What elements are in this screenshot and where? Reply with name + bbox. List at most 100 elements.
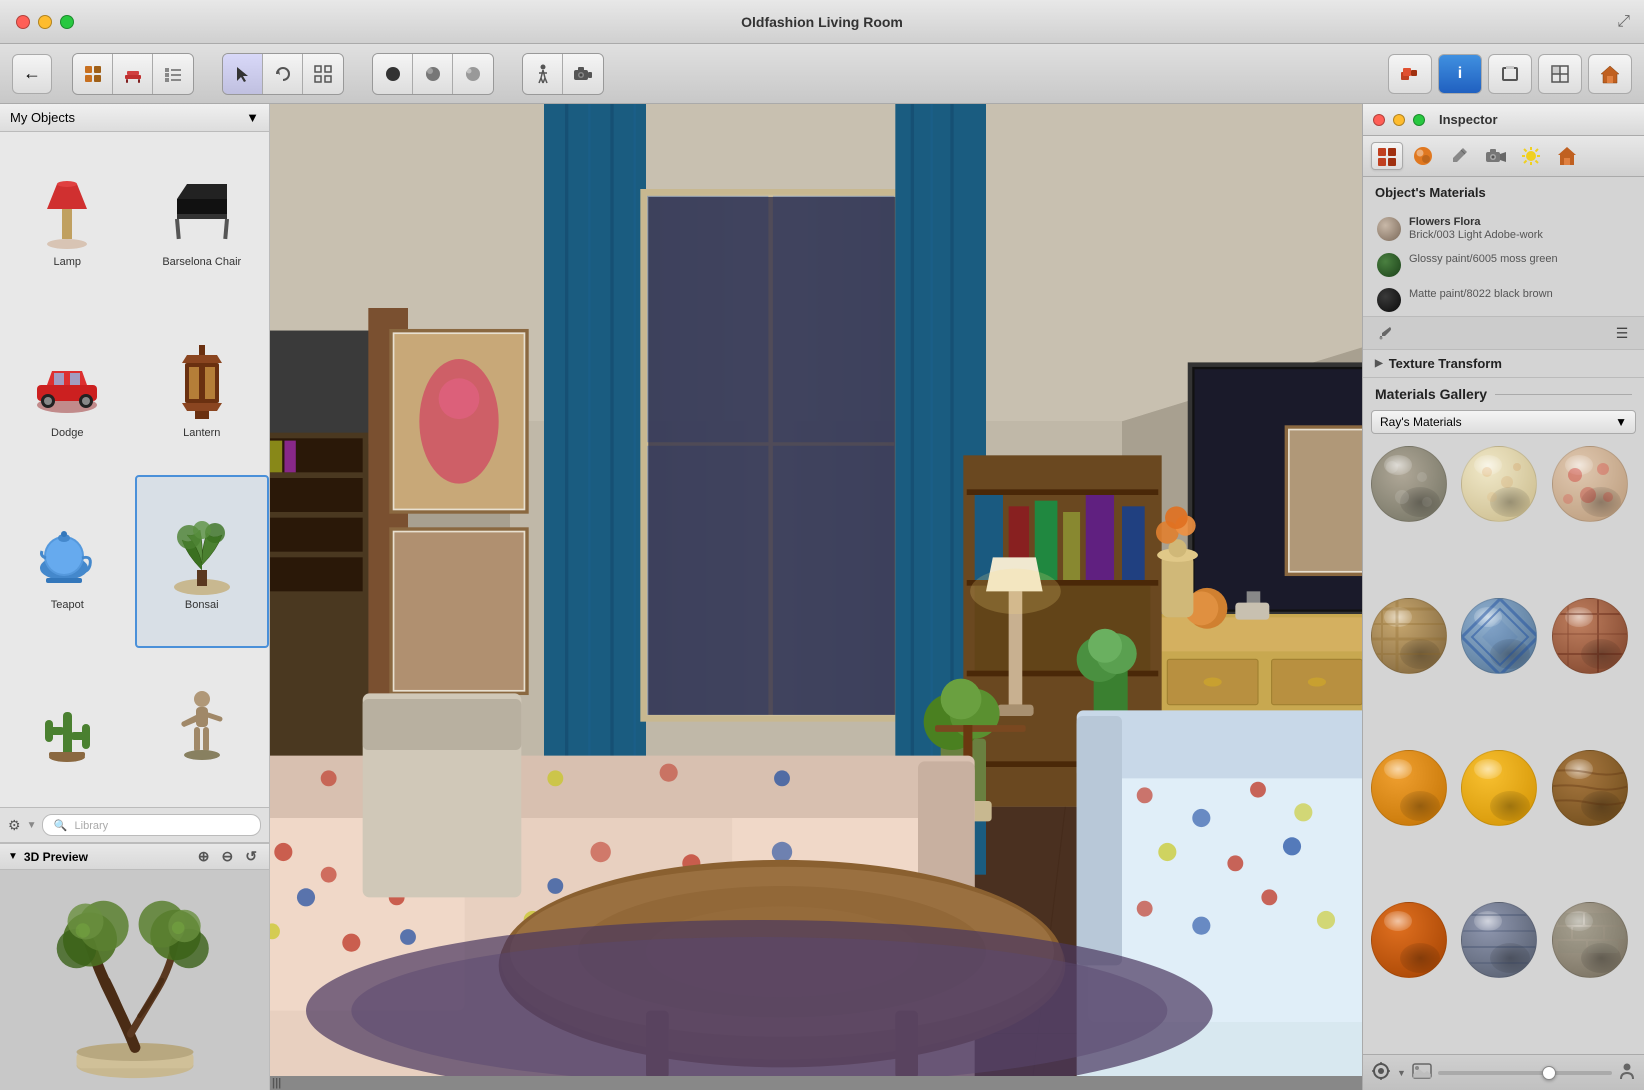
material-ball-8[interactable] [1461, 750, 1537, 826]
eyedropper-tool[interactable] [1371, 321, 1399, 345]
object-label-chair: Barselona Chair [162, 256, 241, 268]
inspector-minimize-button[interactable] [1393, 114, 1405, 126]
object-item-lantern[interactable]: Lantern [135, 303, 270, 474]
inspector-bottom-person-button[interactable] [1618, 1062, 1636, 1083]
collapse-triangle-icon: ▼ [8, 851, 18, 862]
inspector-size-slider[interactable] [1438, 1071, 1612, 1075]
material-ball-9[interactable] [1552, 750, 1628, 826]
object-thumb-lamp [27, 172, 107, 252]
render-group [372, 53, 494, 95]
object-thumb-statue [162, 687, 242, 767]
object-label-lamp: Lamp [53, 256, 81, 268]
inspector-tab-camera[interactable] [1479, 142, 1511, 170]
material-name-matte-paint: Matte paint/8022 black brown [1409, 287, 1630, 301]
back-button[interactable]: ← [12, 54, 52, 94]
ball-highlight-7 [1384, 759, 1412, 779]
material-ball-11[interactable] [1461, 902, 1537, 978]
minimize-button[interactable] [38, 15, 52, 29]
expand-icon[interactable]: ⤢ [1617, 13, 1630, 31]
rotate-tool[interactable] [263, 54, 303, 94]
object-item-lamp[interactable]: Lamp [0, 132, 135, 303]
viewport[interactable]: ||| [270, 104, 1362, 1090]
list-view-button[interactable] [153, 54, 193, 94]
close-button[interactable] [16, 15, 30, 29]
material-ball-1[interactable] [1371, 446, 1447, 522]
settings-gear-icon[interactable]: ⚙ [8, 817, 21, 834]
material-ball-10[interactable] [1371, 902, 1447, 978]
bonsai-preview-svg [45, 880, 225, 1080]
gallery-dropdown[interactable]: Ray's Materials ▼ [1371, 410, 1636, 434]
ball-shadow-8 [1490, 791, 1530, 821]
window-controls[interactable] [16, 15, 74, 29]
zoom-in-button[interactable]: ⊕ [194, 848, 214, 865]
inspector-close-button[interactable] [1373, 114, 1385, 126]
objects-dropdown[interactable]: My Objects ▼ [0, 104, 269, 132]
main-toolbar: ← [0, 44, 1644, 104]
object-thumb-dodge [27, 343, 107, 423]
info-button[interactable]: i [1438, 54, 1482, 94]
material-ball-12[interactable] [1552, 902, 1628, 978]
material-category-flowers-flora: Flowers Flora [1409, 216, 1630, 228]
material-item-flowers-flora[interactable]: Flowers Flora Brick/003 Light Adobe-work [1371, 212, 1636, 246]
inspector-panel: Inspector Object's Mater [1362, 104, 1644, 1090]
texture-transform-header[interactable]: ▶ Texture Transform [1375, 356, 1632, 371]
material-swatch-glossy-paint [1377, 253, 1401, 277]
home-button[interactable] [1588, 54, 1632, 94]
material-ball-7[interactable] [1371, 750, 1447, 826]
material-ball-3[interactable] [1552, 446, 1628, 522]
viewport-scrollbar[interactable]: ||| [270, 1076, 1362, 1090]
object-item-statue[interactable] [135, 648, 270, 807]
gallery-dropdown-arrow-icon: ▼ [1615, 415, 1627, 429]
material-info-glossy-paint: Glossy paint/6005 moss green [1409, 252, 1630, 266]
object-item-teapot[interactable]: Teapot [0, 475, 135, 648]
render-wireframe[interactable] [453, 54, 493, 94]
refresh-button[interactable]: ↺ [241, 848, 261, 865]
ball-shadow-10 [1400, 943, 1440, 973]
object-thumb-chair [162, 172, 242, 252]
material-ball-4[interactable] [1371, 598, 1447, 674]
inspector-size-slider-thumb[interactable] [1542, 1066, 1556, 1080]
select-tool[interactable] [223, 54, 263, 94]
inspector-tab-edit[interactable] [1443, 142, 1475, 170]
inspector-bottom-image-button[interactable] [1412, 1063, 1432, 1082]
inspector-bottom-gear-button[interactable] [1371, 1061, 1391, 1084]
inspector-menu-button[interactable]: ☰ [1608, 321, 1636, 345]
dropdown-arrow-icon: ▼ [246, 110, 259, 125]
search-input[interactable]: 🔍 Library [42, 814, 261, 836]
titlebar: Oldfashion Living Room ⤢ [0, 0, 1644, 44]
inspector-tab-house[interactable] [1551, 142, 1583, 170]
object-item-cactus[interactable] [0, 648, 135, 807]
object-item-dodge[interactable]: Dodge [0, 303, 135, 474]
material-item-glossy-paint[interactable]: Glossy paint/6005 moss green [1371, 248, 1636, 281]
inspector-tab-sphere[interactable] [1407, 142, 1439, 170]
inspector-size-slider-container [1438, 1071, 1612, 1075]
material-ball-2[interactable] [1461, 446, 1537, 522]
texture-transform-label: Texture Transform [1389, 356, 1502, 371]
fullscreen-button[interactable] [1488, 54, 1532, 94]
grid-tool[interactable] [303, 54, 343, 94]
inspector-tab-light[interactable] [1515, 142, 1547, 170]
chair-view-button[interactable] [113, 54, 153, 94]
objects-view-button[interactable] [73, 54, 113, 94]
render-solid[interactable] [373, 54, 413, 94]
render-normal[interactable] [413, 54, 453, 94]
material-item-matte-paint[interactable]: Matte paint/8022 black brown [1371, 283, 1636, 316]
material-ball-5[interactable] [1461, 598, 1537, 674]
zoom-out-button[interactable]: ⊖ [218, 848, 238, 865]
maximize-button[interactable] [60, 15, 74, 29]
preview-area [0, 870, 269, 1090]
viewport-inner [270, 104, 1362, 1090]
walk-tool[interactable] [523, 54, 563, 94]
object-thumb-lantern [162, 343, 242, 423]
material-swatch-matte-paint [1377, 288, 1401, 312]
camera-tool[interactable] [563, 54, 603, 94]
material-ball-6[interactable] [1552, 598, 1628, 674]
inspector-maximize-button[interactable] [1413, 114, 1425, 126]
inspector-tab-objects[interactable] [1371, 142, 1403, 170]
blocks-button[interactable] [1388, 54, 1432, 94]
object-item-bonsai[interactable]: Bonsai [135, 475, 270, 648]
material-swatch-flowers-flora [1377, 217, 1401, 241]
search-bar: ⚙ ▼ 🔍 Library [0, 807, 269, 843]
floor-plan-button[interactable] [1538, 54, 1582, 94]
object-item-chair[interactable]: Barselona Chair [135, 132, 270, 303]
